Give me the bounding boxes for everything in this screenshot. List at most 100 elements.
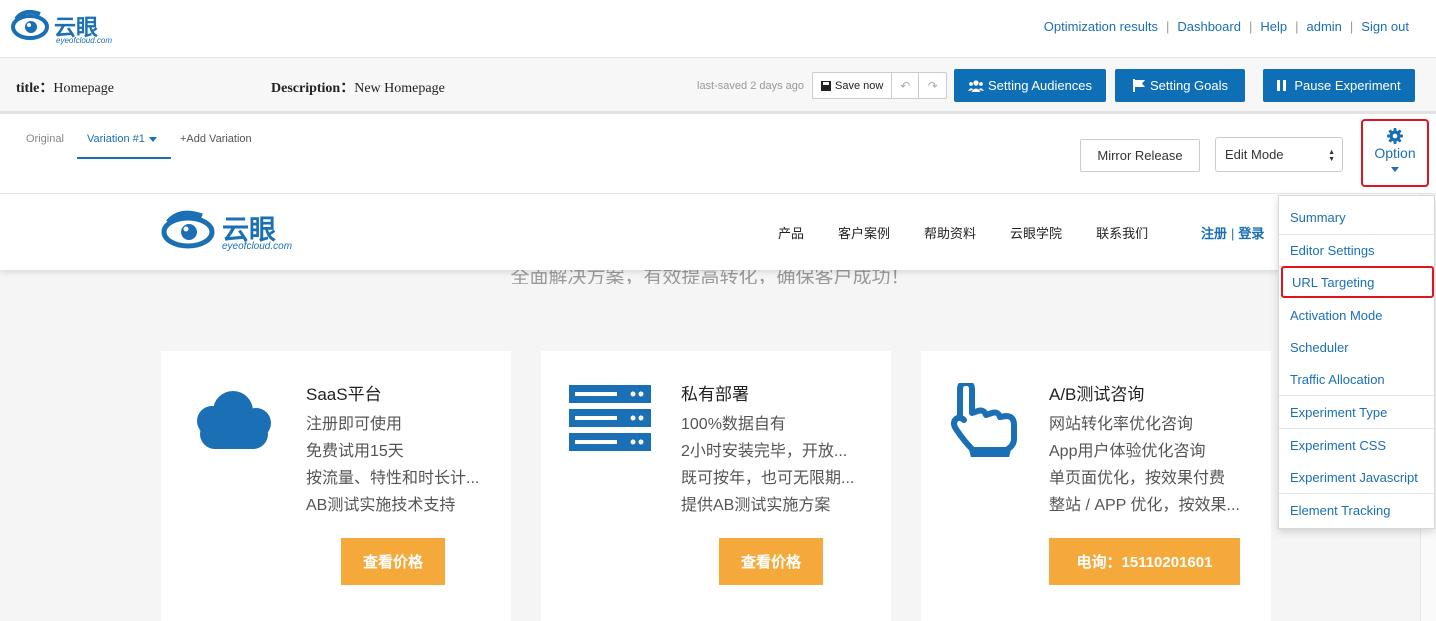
card-title: SaaS平台	[306, 385, 382, 404]
add-variation-button[interactable]: +Add Variation	[180, 133, 252, 145]
server-icon	[569, 385, 651, 451]
mirror-release-button[interactable]: Mirror Release	[1080, 139, 1200, 172]
card-features: 注册即可使用 免费试用15天 按流量、特性和时长计... AB测试实施技术支持	[306, 411, 479, 519]
site-register-link[interactable]: 注册	[1201, 226, 1227, 241]
menu-item-activation-mode[interactable]: Activation Mode	[1279, 299, 1434, 331]
product-card-saas: SaaS平台 注册即可使用 免费试用15天 按流量、特性和时长计... AB测试…	[161, 351, 511, 621]
link-dashboard[interactable]: Dashboard	[1177, 19, 1241, 34]
card-feature: App用户体验优化咨询	[1049, 443, 1206, 460]
card-feature: 按流量、特性和时长计...	[306, 470, 480, 487]
caret-down-icon	[148, 136, 157, 142]
last-saved-text: last-saved 2 days ago	[697, 80, 805, 92]
card-feature: 提供AB测试实施方案	[681, 497, 831, 514]
experiment-description[interactable]: Description：New Homepage	[271, 77, 445, 97]
variation-bar: Original Variation #1 +Add Variation Mir…	[0, 117, 1436, 194]
card-feature: 免费试用15天	[306, 443, 404, 460]
redo-button[interactable]: ↷	[919, 73, 946, 98]
card-feature: 网站转化率优化咨询	[1049, 416, 1194, 433]
pause-experiment-button[interactable]: Pause Experiment	[1263, 69, 1415, 102]
card-title: A/B测试咨询	[1049, 385, 1145, 404]
menu-item-experiment-javascript[interactable]: Experiment Javascript	[1279, 461, 1434, 493]
link-help[interactable]: Help	[1260, 19, 1287, 34]
product-card-consulting: A/B测试咨询 网站转化率优化咨询 App用户体验优化咨询 单页面优化，按效果付…	[921, 351, 1271, 621]
menu-item-experiment-type[interactable]: Experiment Type	[1279, 396, 1434, 428]
site-auth-links: 注册 | 登录	[1201, 223, 1264, 242]
card-feature: 整站 / APP 优化，按效果...	[1049, 497, 1240, 514]
card-feature: 2小时安装完毕，开放...	[681, 443, 848, 460]
gear-icon	[1387, 128, 1403, 144]
redo-icon: ↷	[927, 78, 938, 93]
card-feature: 既可按年，也可无限期...	[681, 470, 855, 487]
menu-item-scheduler[interactable]: Scheduler	[1279, 331, 1434, 363]
site-nav-help[interactable]: 帮助资料	[924, 223, 976, 242]
title-value: Homepage	[53, 81, 114, 96]
page-preview[interactable]: 全面解决方案，有效提高转化，确保客户成功！ 云眼 eyeofcloud.com …	[0, 194, 1420, 621]
card-feature: AB测试实施技术支持	[306, 497, 456, 514]
cloud-icon	[197, 391, 271, 449]
menu-item-traffic-allocation[interactable]: Traffic Allocation	[1279, 363, 1434, 395]
menu-item-summary[interactable]: Summary	[1279, 201, 1434, 233]
link-separator: |	[1349, 19, 1354, 34]
card-features: 100%数据自有 2小时安装完毕，开放... 既可按年，也可无限期... 提供A…	[681, 411, 854, 519]
link-optimization-results[interactable]: Optimization results	[1044, 19, 1158, 34]
title-label: title：	[16, 81, 54, 96]
menu-item-experiment-css[interactable]: Experiment CSS	[1279, 429, 1434, 461]
setting-audiences-button[interactable]: Setting Audiences	[954, 69, 1106, 102]
experiment-info-bar: title：Homepage Description：New Homepage …	[0, 58, 1436, 114]
site-logo-domain: eyeofcloud.com	[222, 241, 293, 252]
description-label: Description：	[271, 81, 355, 96]
save-toolbar: Save now ↶ ↷	[812, 72, 948, 99]
setting-goals-button[interactable]: Setting Goals	[1115, 69, 1245, 102]
view-pricing-button[interactable]: 查看价格	[341, 538, 445, 585]
product-card-private: 私有部署 100%数据自有 2小时安装完毕，开放... 既可按年，也可无限期..…	[541, 351, 891, 621]
site-login-link[interactable]: 登录	[1238, 226, 1264, 241]
site-nav-products[interactable]: 产品	[778, 223, 804, 242]
link-separator: |	[1248, 19, 1253, 34]
site-nav-cases[interactable]: 客户案例	[838, 223, 890, 242]
pointing-hand-icon	[951, 383, 1017, 457]
mode-select[interactable]: Edit Mode ▲ ▼	[1215, 137, 1343, 172]
mode-select-value: Edit Mode	[1225, 147, 1284, 162]
setting-audiences-label: Setting Audiences	[987, 78, 1093, 93]
card-feature: 单页面优化，按效果付费	[1049, 470, 1226, 487]
auth-separator: |	[1231, 226, 1235, 241]
description-value: New Homepage	[354, 81, 445, 96]
menu-item-url-targeting[interactable]: URL Targeting	[1281, 266, 1434, 298]
undo-button[interactable]: ↶	[892, 73, 920, 98]
flag-icon	[1132, 79, 1145, 92]
site-nav-contact[interactable]: 联系我们	[1096, 223, 1148, 242]
menu-item-editor-settings[interactable]: Editor Settings	[1279, 234, 1434, 266]
save-now-button[interactable]: Save now	[813, 73, 893, 98]
users-icon	[967, 79, 984, 92]
option-label: Option	[1374, 145, 1416, 161]
link-separator: |	[1295, 19, 1299, 34]
setting-goals-label: Setting Goals	[1149, 78, 1229, 93]
link-admin[interactable]: admin	[1306, 19, 1341, 34]
save-now-label: Save now	[835, 79, 884, 92]
card-feature: 注册即可使用	[306, 416, 403, 433]
view-pricing-button[interactable]: 查看价格	[719, 538, 823, 585]
caret-down-icon	[1391, 167, 1399, 172]
experiment-title[interactable]: title：Homepage	[16, 77, 114, 97]
call-phone-button[interactable]: 电询：15110201601	[1049, 538, 1240, 585]
pause-icon	[1277, 80, 1287, 91]
tab-variation-label: Variation #1	[87, 133, 145, 145]
link-separator: |	[1165, 19, 1170, 34]
undo-icon: ↶	[900, 78, 911, 93]
tab-variation-1[interactable]: Variation #1	[77, 133, 171, 159]
top-navbar: 云眼 eyeofcloud.com Optimization results |…	[0, 0, 1436, 58]
menu-item-element-tracking[interactable]: Element Tracking	[1279, 494, 1434, 526]
card-features: 网站转化率优化咨询 App用户体验优化咨询 单页面优化，按效果付费 整站 / A…	[1049, 411, 1240, 519]
brand-logo[interactable]: 云眼 eyeofcloud.com	[10, 8, 114, 48]
site-logo[interactable]: 云眼 eyeofcloud.com	[160, 208, 304, 259]
option-button[interactable]: Option	[1361, 119, 1429, 187]
card-title: 私有部署	[681, 385, 749, 404]
tab-original[interactable]: Original	[26, 133, 64, 145]
site-header: 云眼 eyeofcloud.com 产品 客户案例 帮助资料 云眼学院 联系我们…	[0, 194, 1420, 270]
top-links: Optimization results | Dashboard | Help …	[1044, 19, 1409, 34]
link-sign-out[interactable]: Sign out	[1361, 19, 1409, 34]
brand-domain: eyeofcloud.com	[56, 36, 113, 45]
site-nav-academy[interactable]: 云眼学院	[1010, 223, 1062, 242]
select-arrows-icon: ▲ ▼	[1328, 149, 1335, 163]
option-menu: Summary Editor Settings URL Targeting Ac…	[1278, 195, 1435, 529]
